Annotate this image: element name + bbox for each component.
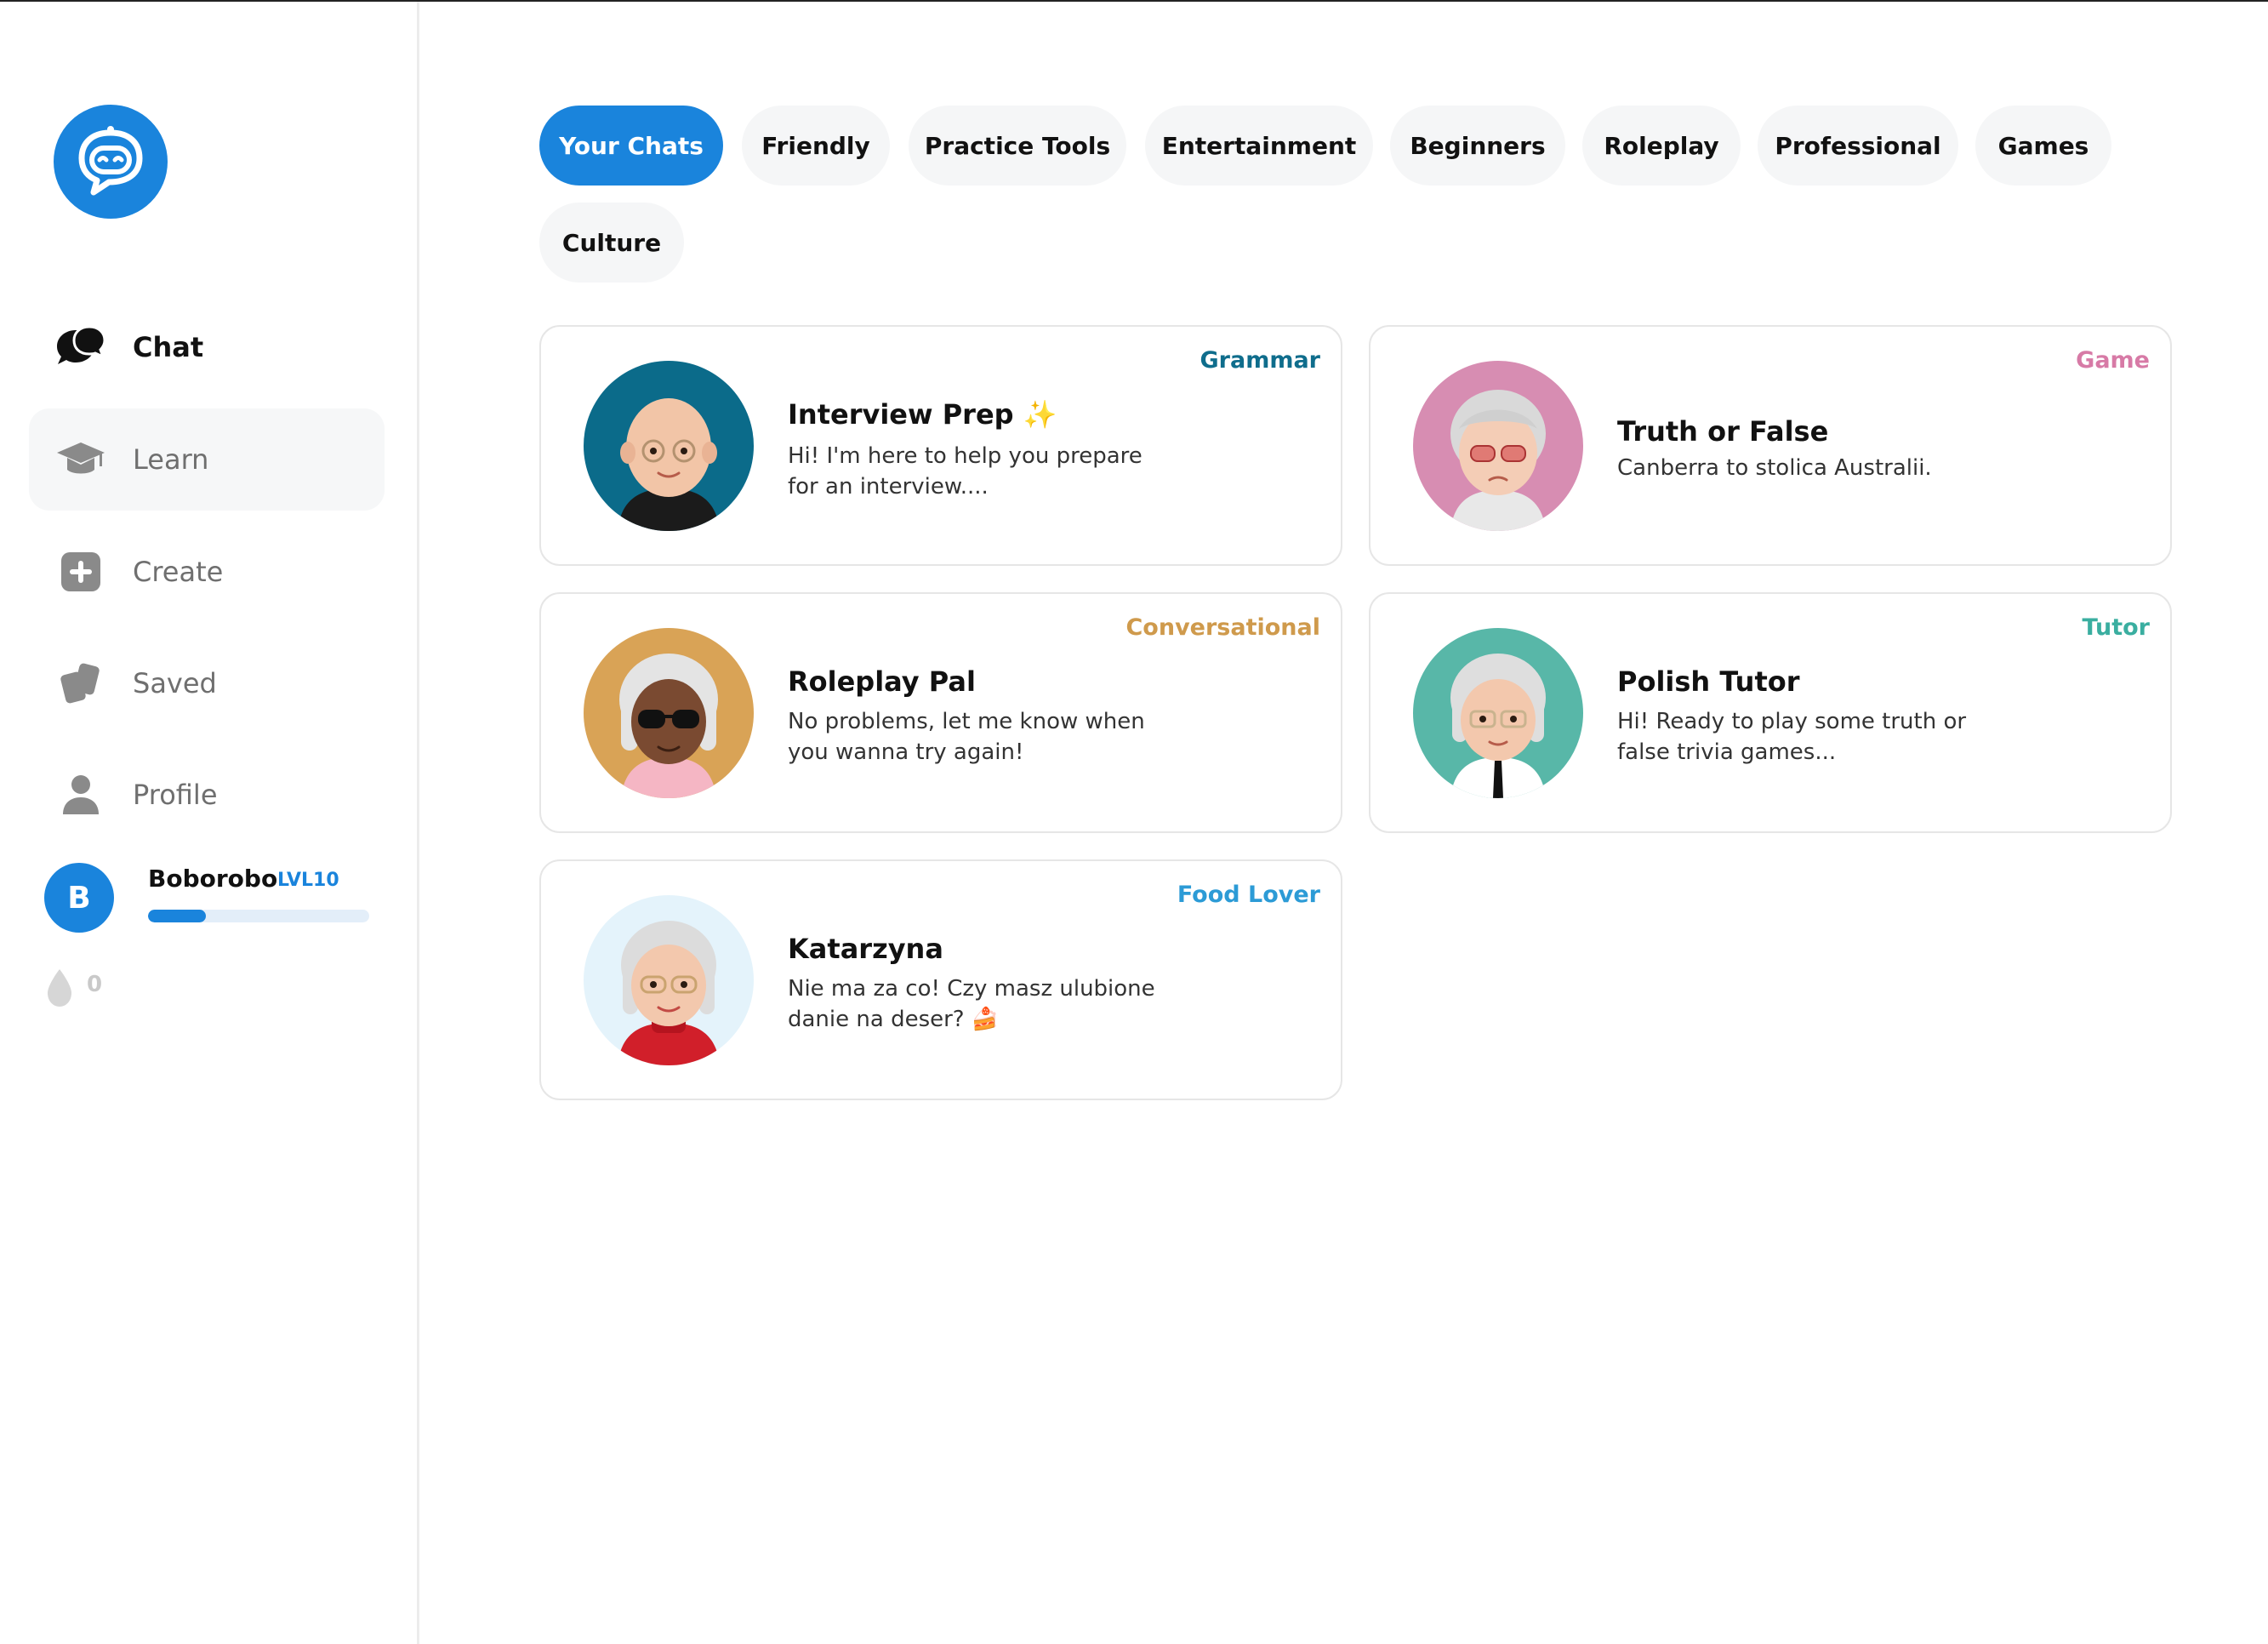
card-description: Hi! I'm here to help you prepare for an … <box>788 443 1143 499</box>
robot-chat-logo-icon <box>78 126 143 196</box>
nav-label-learn: Learn <box>133 443 209 476</box>
nav-item-learn[interactable]: Learn <box>29 408 385 511</box>
nav-label-chat: Chat <box>133 331 204 363</box>
nav-item-create[interactable]: Create <box>29 521 385 623</box>
user-name: Boborobo <box>148 865 278 893</box>
nav-item-chat[interactable]: Chat <box>29 296 385 398</box>
card-title: Interview Prep ✨ <box>788 398 1057 431</box>
xp-progress-bar <box>148 910 369 922</box>
card-description: Canberra to stolica Australii. <box>1617 455 1932 481</box>
sidebar: Chat Learn Create Saved Profile B Boboro… <box>0 2 419 1644</box>
card-category-tag: Game <box>2076 347 2150 374</box>
tab-professional[interactable]: Professional <box>1758 106 1958 186</box>
avatar <box>1413 361 1583 531</box>
nav-item-profile[interactable]: Profile <box>29 744 385 846</box>
chat-card-roleplay-pal[interactable]: Roleplay Pal No problems, let me know wh… <box>539 592 1342 833</box>
chat-card-katarzyna[interactable]: Katarzyna Nie ma za co! Czy masz ulubion… <box>539 859 1342 1100</box>
card-title: Truth or False <box>1617 415 1829 448</box>
card-category-tag: Conversational <box>1125 614 1320 641</box>
card-category-tag: Food Lover <box>1177 882 1320 908</box>
card-category-tag: Tutor <box>2082 614 2150 641</box>
card-description: Hi! Ready to play some truth or false tr… <box>1617 709 1967 765</box>
chat-bubbles-icon <box>54 321 107 374</box>
avatar <box>1413 628 1583 798</box>
plus-square-icon <box>54 545 107 598</box>
avatar <box>584 628 754 798</box>
cards-icon <box>54 657 107 710</box>
drop-count: 0 <box>87 972 103 997</box>
xp-progress-fill <box>148 910 206 922</box>
app-window: Chat Learn Create Saved Profile B Boboro… <box>0 0 2268 1644</box>
tab-beginners[interactable]: Beginners <box>1390 106 1565 186</box>
chat-card-truth-or-false[interactable]: Truth or False Canberra to stolica Austr… <box>1369 325 2172 566</box>
card-title: Katarzyna <box>788 933 943 965</box>
nav-label-saved: Saved <box>133 667 217 699</box>
person-icon <box>54 768 107 821</box>
card-title: Roleplay Pal <box>788 665 976 698</box>
card-title: Polish Tutor <box>1617 665 1800 698</box>
nav-item-saved[interactable]: Saved <box>29 632 385 734</box>
nav-label-profile: Profile <box>133 779 218 811</box>
tab-culture[interactable]: Culture <box>539 203 684 283</box>
avatar <box>584 895 754 1065</box>
tab-practice-tools[interactable]: Practice Tools <box>909 106 1126 186</box>
card-description: Nie ma za co! Czy masz ulubione danie na… <box>788 976 1155 1032</box>
tab-games[interactable]: Games <box>1975 106 2111 186</box>
app-logo[interactable] <box>54 105 168 219</box>
user-level-badge: LVL10 <box>277 870 339 891</box>
card-description: No problems, let me know when you wanna … <box>788 709 1145 765</box>
tab-your-chats[interactable]: Your Chats <box>539 106 723 186</box>
drop-icon <box>48 969 71 1007</box>
tab-friendly[interactable]: Friendly <box>742 106 890 186</box>
tab-roleplay[interactable]: Roleplay <box>1582 106 1741 186</box>
chat-card-polish-tutor[interactable]: Polish Tutor Hi! Ready to play some trut… <box>1369 592 2172 833</box>
tab-entertainment[interactable]: Entertainment <box>1145 106 1373 186</box>
nav-label-create: Create <box>133 556 224 588</box>
avatar <box>584 361 754 531</box>
user-avatar[interactable]: B <box>44 863 114 933</box>
graduation-cap-icon <box>54 433 107 486</box>
card-category-tag: Grammar <box>1200 347 1321 374</box>
chat-card-interview-prep[interactable]: Interview Prep ✨ Hi! I'm here to help yo… <box>539 325 1342 566</box>
